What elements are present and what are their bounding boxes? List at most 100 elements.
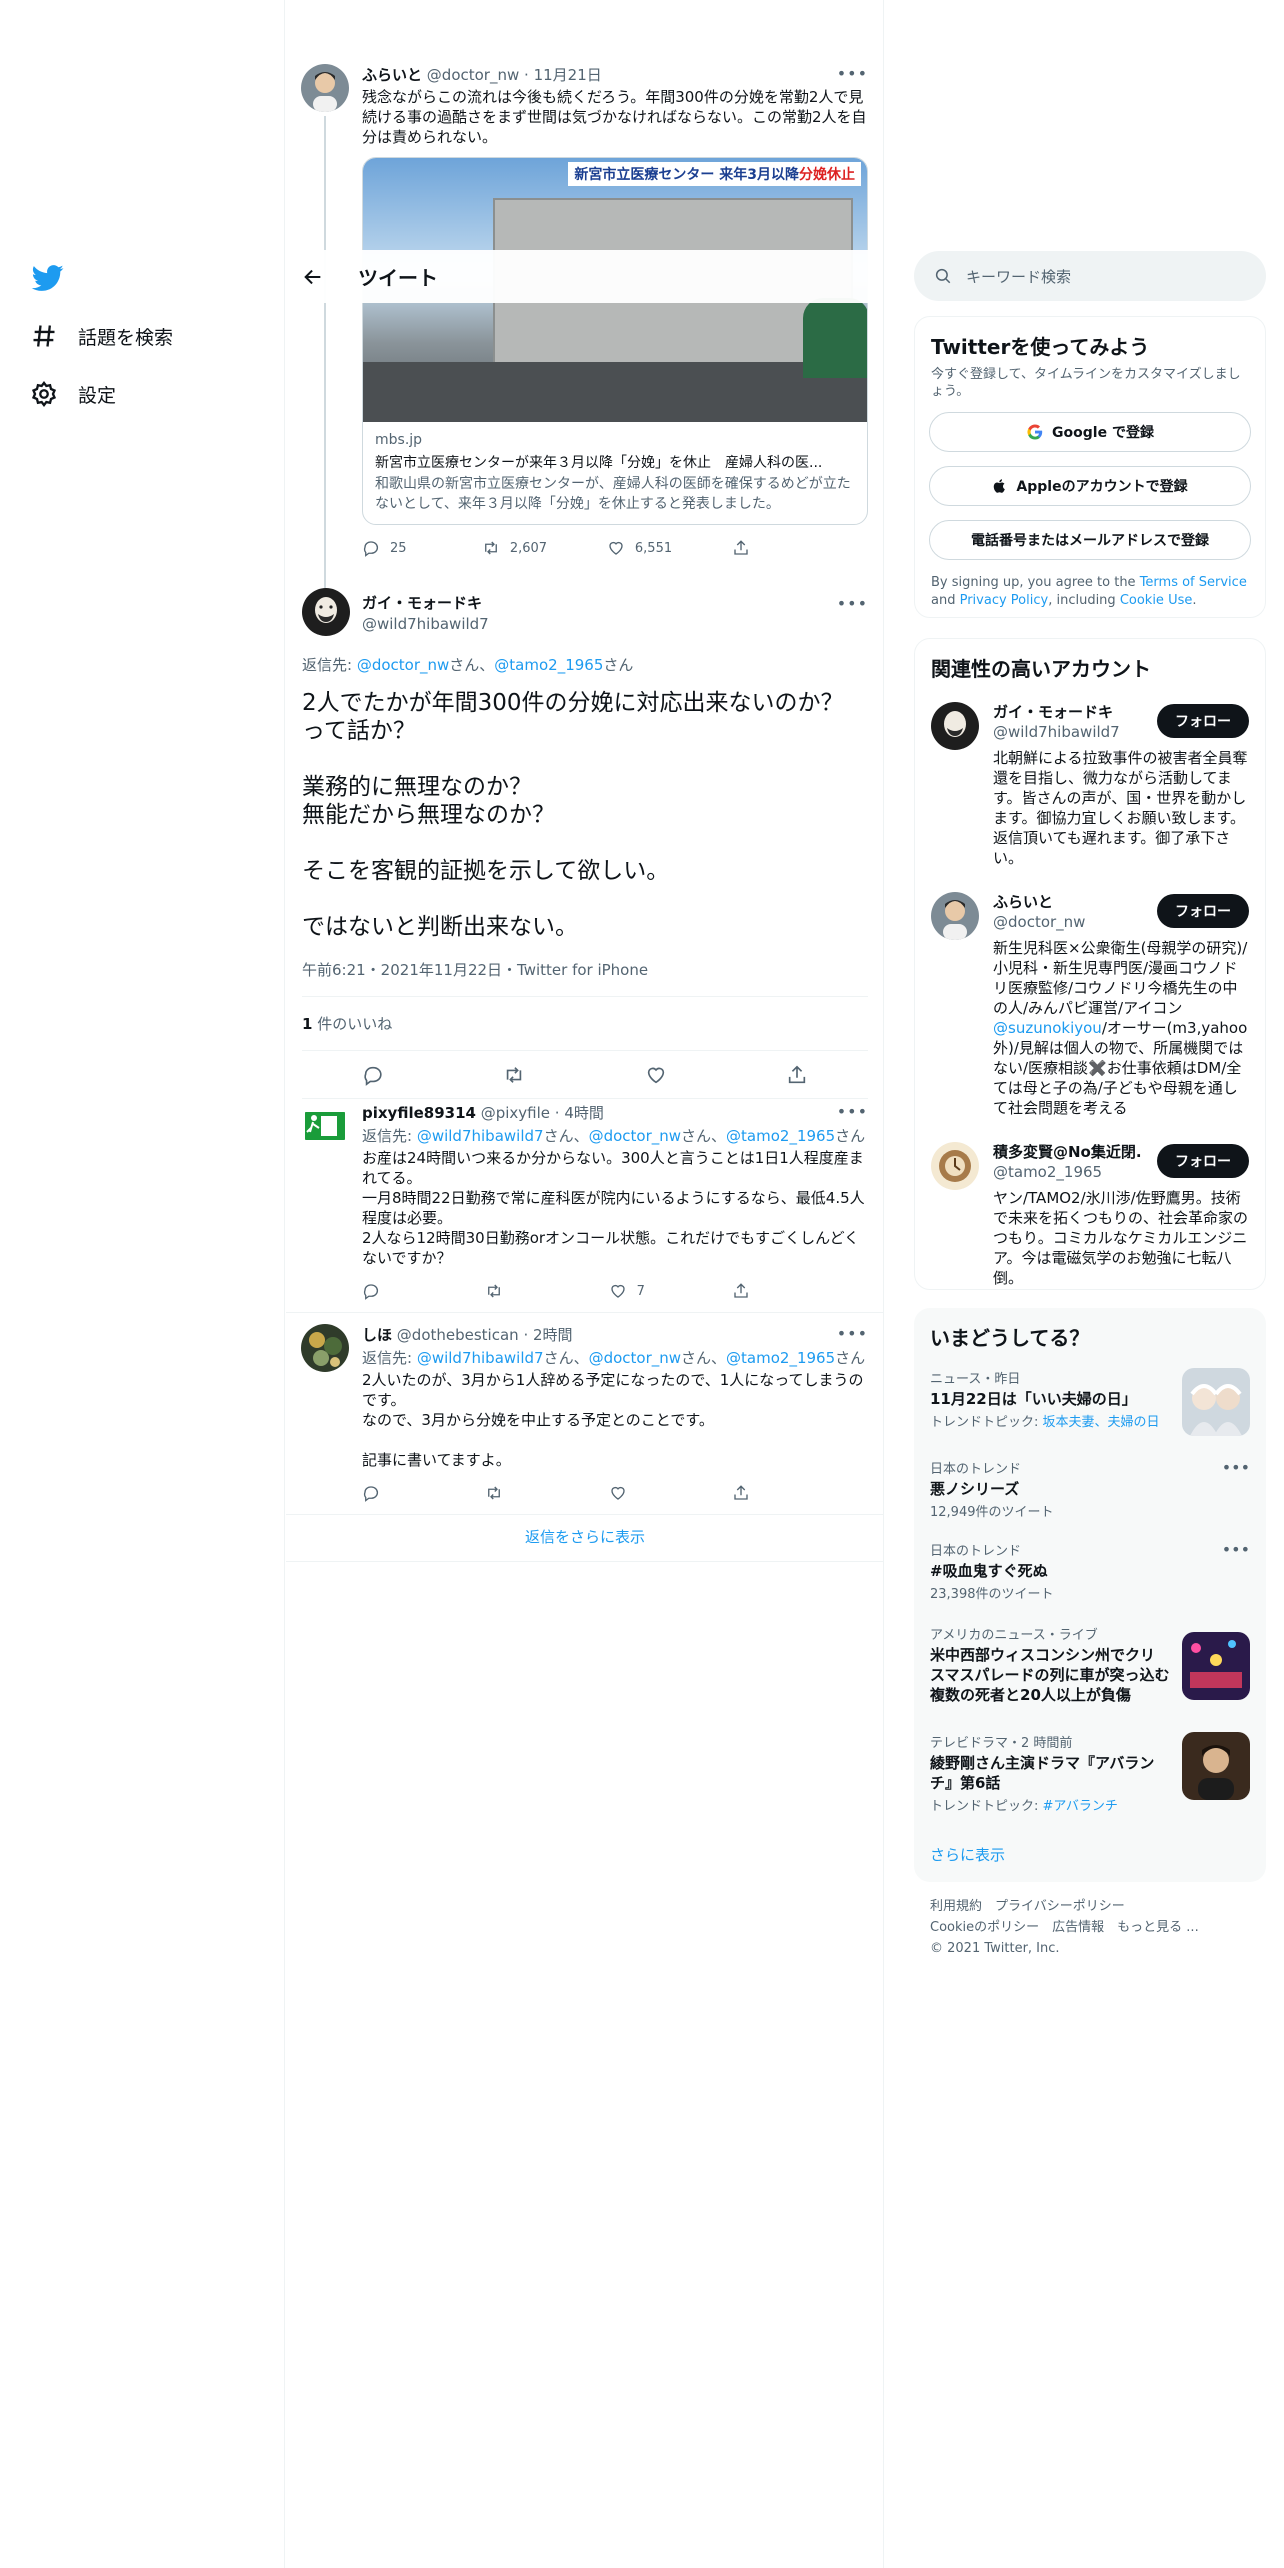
trend-item[interactable]: テレビドラマ・2 時間前 綾野剛さん主演ドラマ『アバランチ』第6話 トレンドトピ… (914, 1732, 1266, 1814)
footer-cookie-link[interactable]: Cookieのポリシー (930, 1920, 1039, 1935)
mention-link[interactable]: @wild7hibawild7 (417, 1127, 544, 1145)
footer-terms-link[interactable]: 利用規約 (930, 1899, 982, 1914)
share-icon[interactable] (786, 1064, 808, 1086)
author-handle[interactable]: @pixyfile (481, 1104, 550, 1122)
reply-tweet[interactable]: pixyfile89314 @pixyfile · 4時間 ••• 返信先: @… (286, 1090, 883, 1313)
show-more-replies-link[interactable]: 返信をさらに表示 (286, 1512, 883, 1562)
more-icon[interactable]: ••• (837, 594, 868, 613)
more-icon[interactable]: ••• (1222, 1540, 1250, 1559)
link-card-text: mbs.jp 新宮市立医療センターが来年３月以降「分娩」を休止 産婦人科の医..… (363, 422, 867, 524)
author-handle[interactable]: @dothebestican (397, 1326, 519, 1344)
footer-privacy-link[interactable]: プライバシーポリシー (995, 1899, 1125, 1914)
related-account[interactable]: ふらいと @doctor_nw フォロー 新生児科医×公衆衛生(母親学の研究)/… (915, 892, 1265, 1118)
avatar[interactable] (931, 892, 979, 940)
reply-button[interactable] (362, 1282, 422, 1300)
author-handle[interactable]: @wild7hibawild7 (362, 615, 489, 633)
like-button[interactable] (609, 1484, 669, 1502)
tweet-date[interactable]: 11月21日 (534, 66, 602, 84)
reply-button[interactable] (362, 1484, 422, 1502)
trend-item[interactable]: アメリカのニュース・ライブ 米中西部ウィスコンシン州でクリスマスパレードの列に車… (914, 1624, 1266, 1705)
author-name[interactable]: pixyfile89314 (362, 1104, 476, 1122)
like-button[interactable]: 6,551 (607, 539, 672, 557)
mention-link[interactable]: @wild7hibawild7 (417, 1349, 544, 1367)
footer-ads-link[interactable]: 広告情報 (1052, 1920, 1104, 1935)
phone-email-signup-button[interactable]: 電話番号またはメールアドレスで登録 (929, 520, 1251, 560)
related-accounts-card: 関連性の高いアカウント ガイ・モォードキ @wild7hibawild7 フォロ… (914, 638, 1266, 1290)
share-icon (734, 540, 748, 555)
like-button[interactable]: 7 (609, 1282, 669, 1300)
tweet-text: 残念ながらこの流れは今後も続くだろう。年間300件の分娩を常勤2人で見続ける事の… (362, 88, 867, 146)
author-name[interactable]: しほ (362, 1326, 392, 1344)
share-button[interactable] (732, 539, 792, 557)
mention-link[interactable]: @doctor_nw (589, 1127, 681, 1145)
parent-tweet[interactable]: ふらいと @doctor_nw · 11月21日 ••• 残念ながらこの流れは今… (286, 62, 883, 636)
more-icon[interactable]: ••• (1222, 1458, 1250, 1477)
nav-explore[interactable]: 話題を検索 (30, 322, 173, 350)
back-arrow-icon[interactable] (302, 266, 324, 288)
like-count-row[interactable]: 1 件のいいね (302, 997, 868, 1051)
more-icon[interactable]: ••• (837, 1102, 868, 1121)
account-name[interactable]: 積多変賢@No集近閉... (993, 1142, 1143, 1162)
reply-icon[interactable] (362, 1064, 384, 1086)
mention-link[interactable]: @doctor_nw (357, 656, 449, 674)
retweet-button[interactable]: 2,607 (482, 539, 547, 557)
nav-settings[interactable]: 設定 (30, 380, 116, 408)
reply-button[interactable]: 25 (362, 539, 422, 557)
terms-link[interactable]: Terms of Service (1140, 575, 1247, 590)
privacy-link[interactable]: Privacy Policy (960, 593, 1049, 608)
reply-icon (363, 1284, 379, 1300)
footer-more-link[interactable]: もっと見る ... (1117, 1920, 1199, 1935)
mention-link[interactable]: @tamo2_1965 (726, 1349, 835, 1367)
share-button[interactable] (732, 1484, 792, 1502)
heart-icon[interactable] (645, 1064, 667, 1086)
avatar[interactable] (302, 588, 350, 636)
retweet-icon[interactable] (503, 1064, 525, 1086)
retweet-button[interactable] (485, 1484, 545, 1502)
mention-link[interactable]: @tamo2_1965 (726, 1127, 835, 1145)
card-overlay-caption: 新宮市立医療センター 来年3月以降分娩休止 (568, 162, 861, 186)
author-handle[interactable]: @doctor_nw (427, 66, 519, 84)
footer-links: 利用規約 プライバシーポリシー Cookieのポリシー 広告情報 もっと見る .… (930, 1896, 1199, 1959)
trend-thumbnail (1182, 1732, 1250, 1800)
nav-settings-label: 設定 (78, 384, 117, 407)
search-box[interactable]: キーワード検索 (914, 251, 1266, 301)
related-account[interactable]: ガイ・モォードキ @wild7hibawild7 フォロー 北朝鮮による拉致事件… (915, 702, 1265, 868)
left-navigation: 話題を検索 設定 (0, 0, 285, 2568)
apple-signup-button[interactable]: Appleのアカウントで登録 (929, 466, 1251, 506)
reply-tweet[interactable]: しほ @dothebestican · 2時間 ••• 返信先: @wild7h… (286, 1312, 883, 1515)
tweet-time[interactable]: 2時間 (533, 1326, 573, 1344)
author-name[interactable]: ふらいと (362, 66, 422, 84)
avatar[interactable] (931, 1142, 979, 1190)
avatar[interactable] (301, 1324, 349, 1372)
google-signup-button[interactable]: Google で登録 (929, 412, 1251, 452)
twitter-logo-icon[interactable] (30, 262, 66, 294)
mention-link[interactable]: @tamo2_1965 (494, 656, 603, 674)
avatar[interactable] (301, 1102, 349, 1150)
trends-show-more-link[interactable]: さらに表示 (930, 1844, 1005, 1865)
avatar[interactable] (931, 702, 979, 750)
mention-link[interactable]: @doctor_nw (589, 1349, 681, 1367)
follow-button[interactable]: フォロー (1157, 894, 1249, 928)
retweet-button[interactable] (485, 1282, 545, 1300)
trend-item[interactable]: 日本のトレンド #吸血鬼すぐ死ぬ 23,398件のツイート ••• (914, 1540, 1266, 1602)
trend-topic-link[interactable]: 坂本夫妻、夫婦の日 (1043, 1415, 1160, 1430)
search-input[interactable]: キーワード検索 (966, 266, 1071, 287)
mention-link[interactable]: @suzunokiyou (993, 1019, 1102, 1037)
cookie-link[interactable]: Cookie Use (1120, 593, 1193, 608)
tweet-time[interactable]: 4時間 (564, 1104, 604, 1122)
more-icon[interactable]: ••• (837, 64, 868, 83)
follow-button[interactable]: フォロー (1157, 1144, 1249, 1178)
related-account[interactable]: 積多変賢@No集近閉... @tamo2_1965 フォロー ヤン/TAMO2/… (915, 1142, 1265, 1288)
gear-icon (31, 381, 57, 407)
copyright: © 2021 Twitter, Inc. (930, 1941, 1060, 1956)
trend-item[interactable]: 日本のトレンド 悪ノシリーズ 12,949件のツイート ••• (914, 1458, 1266, 1520)
avatar[interactable] (301, 64, 349, 112)
author-name[interactable]: ガイ・モォードキ (362, 592, 489, 613)
follow-button[interactable]: フォロー (1157, 704, 1249, 738)
link-card[interactable]: 新宮市立医療センター 来年3月以降分娩休止 mbs.jp 新宮市立医療センターが… (362, 157, 868, 525)
share-button[interactable] (732, 1282, 792, 1300)
trend-topic-link[interactable]: #アバランチ (1043, 1799, 1118, 1814)
more-icon[interactable]: ••• (837, 1324, 868, 1343)
trend-item[interactable]: ニュース・昨日 11月22日は「いい夫婦の日」 トレンドトピック: 坂本夫妻、夫… (914, 1368, 1266, 1436)
tweet-timestamp[interactable]: 午前6:21・2021年11月22日・Twitter for iPhone (302, 959, 868, 997)
